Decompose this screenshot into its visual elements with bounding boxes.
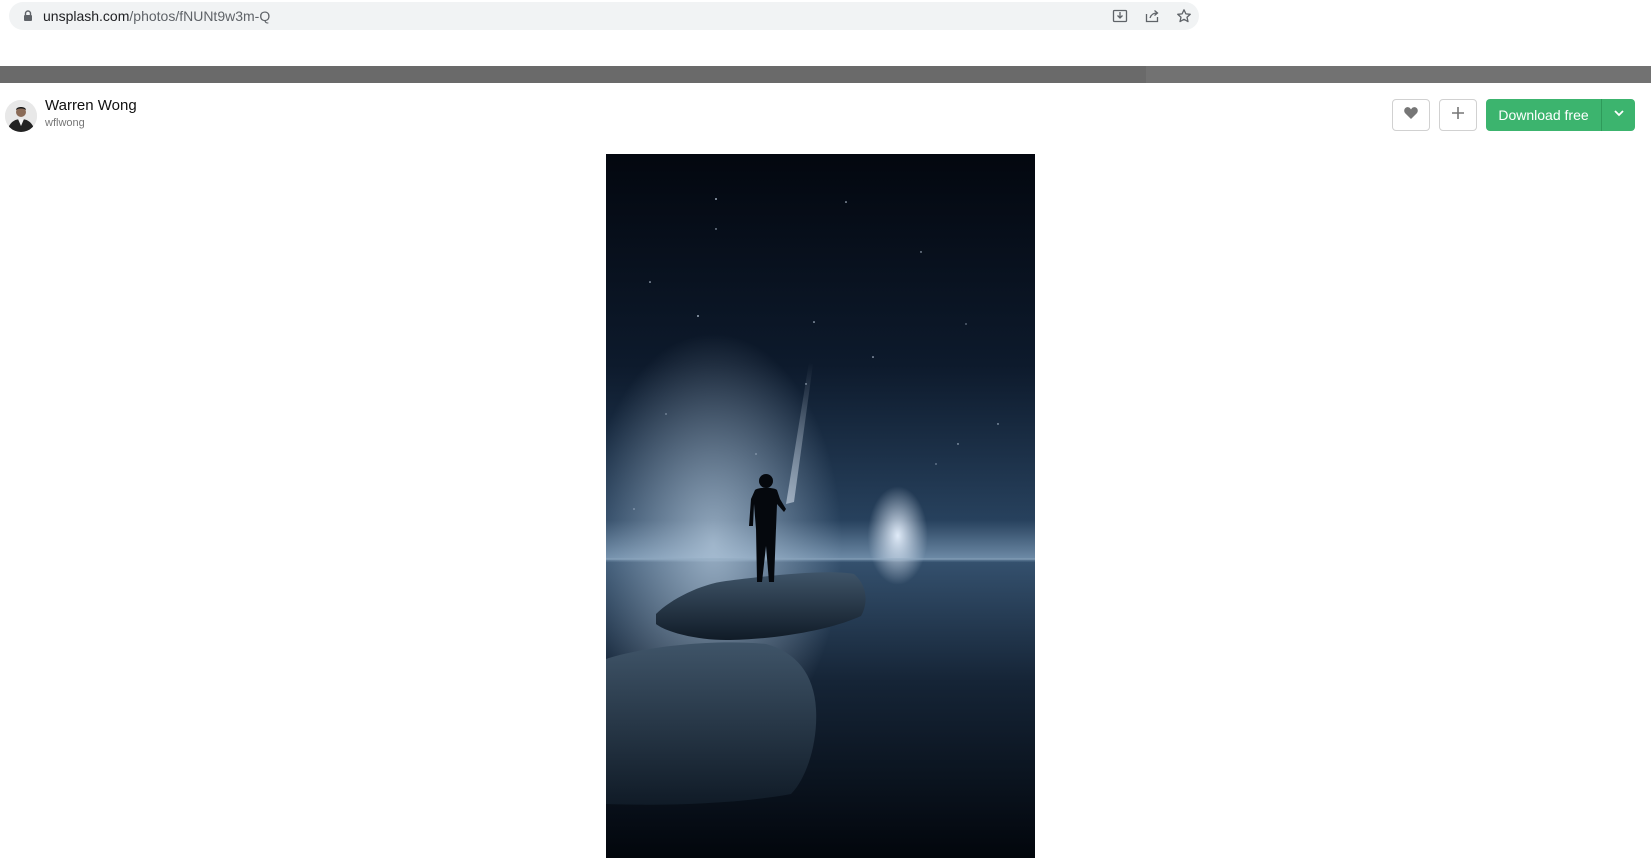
heart-icon	[1403, 105, 1419, 126]
url-path: /photos/fNUNt9w3m-Q	[129, 8, 271, 24]
url-domain: unsplash.com	[43, 8, 130, 24]
avatar[interactable]	[5, 100, 37, 132]
author-handle[interactable]: wflwong	[45, 117, 85, 129]
page-top-bar-segment	[1146, 66, 1651, 83]
photo-header: Warren Wong wflwong Download free	[0, 83, 1651, 145]
download-button-group: Download free	[1486, 99, 1635, 131]
lock-icon[interactable]	[21, 9, 35, 23]
photo-image	[606, 154, 1035, 858]
browser-toolbar: unsplash.com/photos/fNUNt9w3m-Q	[0, 0, 1651, 66]
bookmark-star-icon[interactable]	[1176, 8, 1192, 24]
like-button[interactable]	[1392, 99, 1430, 131]
add-to-collection-button[interactable]	[1439, 99, 1477, 131]
main-photo[interactable]	[606, 154, 1035, 858]
url-text[interactable]: unsplash.com/photos/fNUNt9w3m-Q	[43, 8, 270, 24]
page-top-bar	[0, 66, 1651, 83]
plus-icon	[1450, 105, 1466, 126]
address-bar[interactable]: unsplash.com/photos/fNUNt9w3m-Q	[9, 2, 1199, 30]
chevron-down-icon	[1612, 106, 1626, 125]
share-icon[interactable]	[1144, 8, 1160, 24]
author-name[interactable]: Warren Wong	[45, 97, 137, 114]
download-button[interactable]: Download free	[1486, 99, 1601, 131]
install-icon[interactable]	[1112, 8, 1128, 24]
download-options-button[interactable]	[1601, 99, 1635, 131]
